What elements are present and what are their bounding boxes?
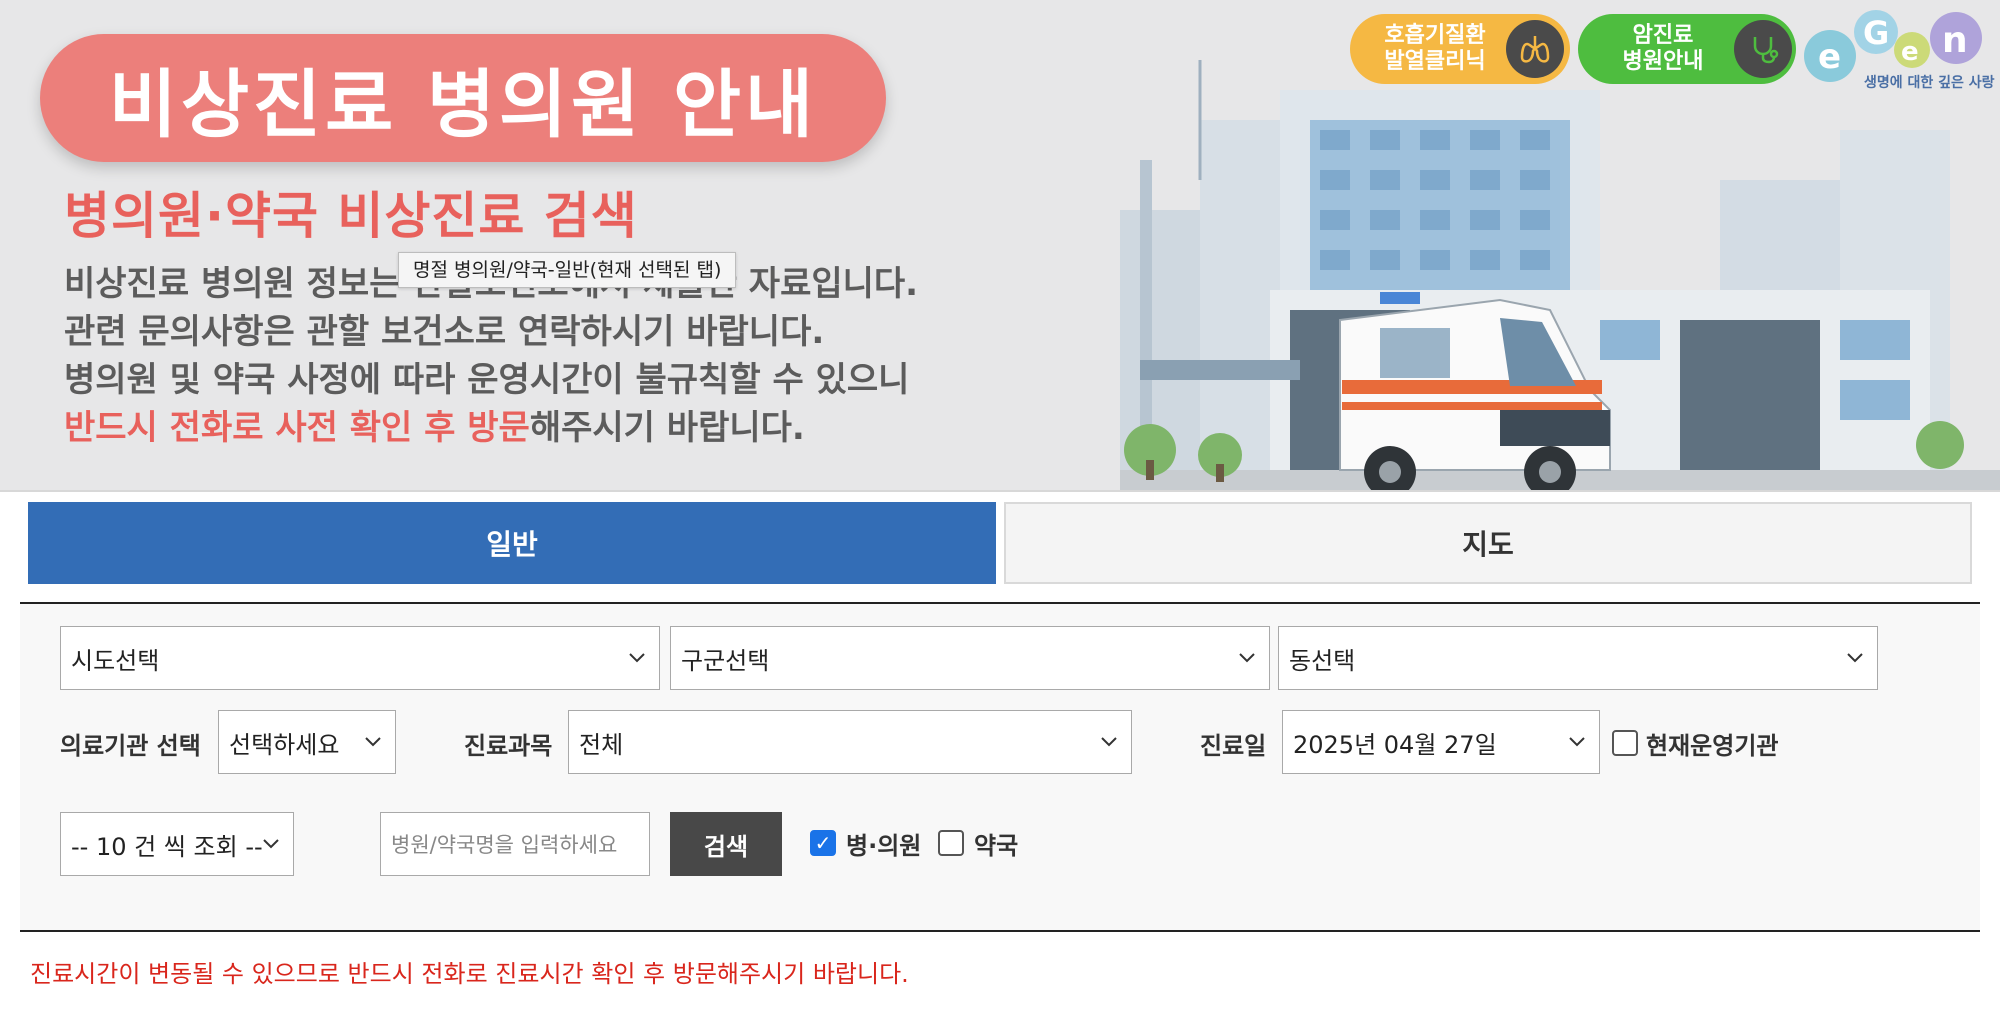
hospital-label: 병·의원	[846, 832, 922, 860]
info-line-4: 반드시 전화로 사전 확인 후 방문해주시기 바랍니다.	[64, 404, 918, 452]
chevron-down-icon	[629, 653, 645, 663]
tab-general[interactable]: 일반	[28, 502, 996, 584]
banner-title: 비상진료 병의원 안내	[40, 34, 886, 162]
gugun-select[interactable]: 구군선택	[670, 626, 1270, 690]
sido-select-value: 시도선택	[71, 646, 160, 675]
banner-info: 비상진료 병의원 정보는 관할보건소에서 제출한 자료입니다. 관련 문의사항은…	[64, 260, 918, 452]
svg-text:G: G	[1863, 14, 1889, 52]
chevron-down-icon	[1569, 737, 1585, 747]
name-search-input[interactable]: 병원/약국명을 입력하세요	[380, 812, 650, 876]
search-button[interactable]: 검색	[670, 812, 782, 876]
emergency-banner: 비상진료 병의원 안내 병의원·약국 비상진료 검색 비상진료 병의원 정보는 …	[0, 0, 2000, 492]
date-label: 진료일	[1200, 732, 1267, 760]
page-size-select[interactable]: -- 10 건 씩 조회 --	[60, 812, 294, 876]
info-line-3: 병의원 및 약국 사정에 따라 운영시간이 불규칙할 수 있으니	[64, 360, 910, 400]
info-line-4-highlight: 반드시 전화로 사전 확인 후 방문	[64, 408, 530, 448]
chevron-down-icon	[1239, 653, 1255, 663]
date-select-value: 2025년 04월 27일	[1293, 730, 1497, 759]
operating-label: 현재운영기관	[1646, 732, 1779, 760]
operating-checkbox[interactable]	[1612, 730, 1638, 756]
banner-subtitle: 병의원·약국 비상진료 검색	[64, 187, 638, 245]
dept-select[interactable]: 전체	[568, 710, 1132, 774]
search-panel: 시도선택 구군선택 동선택 의료기관 선택 선택하세요 진료과목 전체 진료일 …	[20, 602, 1980, 932]
pharmacy-label: 약국	[974, 832, 1019, 860]
org-select-value: 선택하세요	[229, 730, 340, 759]
respiratory-badge-line1: 호흡기질환	[1384, 23, 1486, 48]
dept-select-value: 전체	[579, 730, 624, 759]
org-label: 의료기관 선택	[60, 732, 201, 760]
info-line-4-rest: 해주시기 바랍니다.	[529, 408, 805, 448]
chevron-down-icon	[1101, 737, 1117, 747]
cancer-badge-line1: 암진료	[1632, 23, 1694, 48]
info-line-2: 관련 문의사항은 관할 보건소로 연락하시기 바랍니다.	[64, 312, 825, 352]
dong-select[interactable]: 동선택	[1278, 626, 1878, 690]
page-size-value: -- 10 건 씩 조회 --	[71, 832, 263, 861]
chevron-down-icon	[365, 737, 381, 747]
chevron-down-icon	[263, 839, 279, 849]
chevron-down-icon	[1847, 653, 1863, 663]
org-select[interactable]: 선택하세요	[218, 710, 396, 774]
hospital-checkbox[interactable]: ✓	[810, 830, 836, 856]
date-select[interactable]: 2025년 04월 27일	[1282, 710, 1600, 774]
sido-select[interactable]: 시도선택	[60, 626, 660, 690]
name-search-placeholder: 병원/약국명을 입력하세요	[391, 833, 618, 857]
tab-tooltip: 명절 병의원/약국-일반(현재 선택된 탭)	[398, 252, 737, 288]
gugun-select-value: 구군선택	[681, 646, 770, 675]
svg-text:n: n	[1942, 20, 1968, 61]
dong-select-value: 동선택	[1289, 646, 1356, 675]
dept-label: 진료과목	[464, 732, 553, 760]
tab-map[interactable]: 지도	[1004, 502, 1972, 584]
notice-text: 진료시간이 변동될 수 있으므로 반드시 전화로 진료시간 확인 후 방문해주시…	[30, 960, 909, 988]
hospital-ambulance-illustration	[1120, 60, 2000, 490]
pharmacy-checkbox[interactable]	[938, 830, 964, 856]
